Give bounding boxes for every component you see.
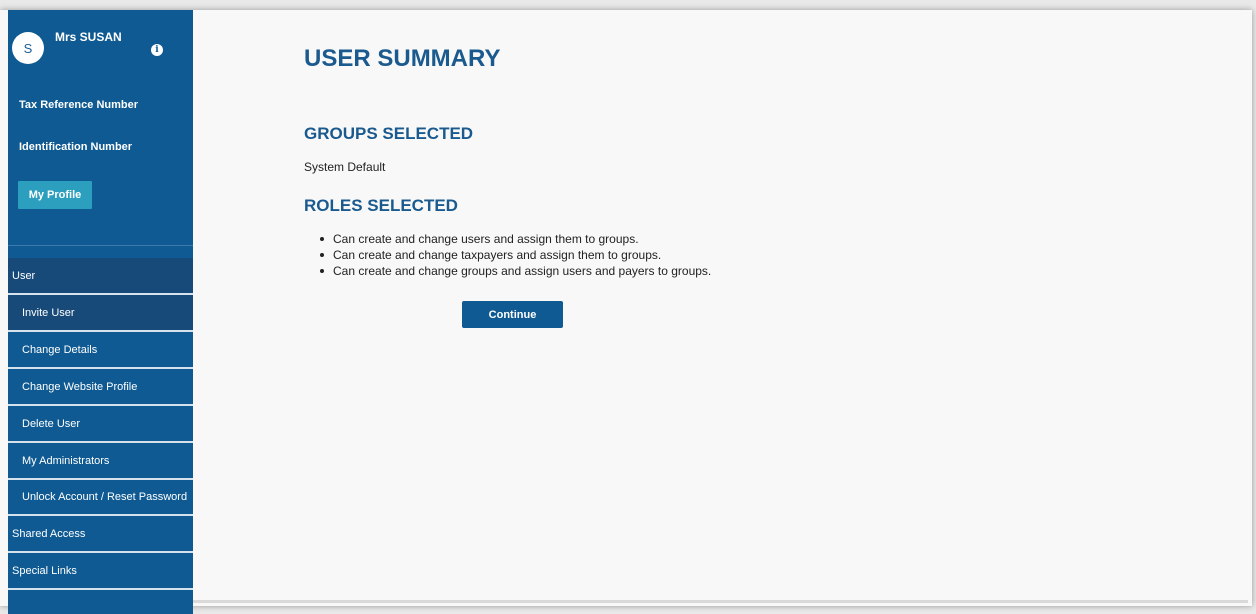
profile-panel: S Mrs SUSAN i Tax Reference Number Ident…	[8, 10, 193, 246]
user-name: Mrs SUSAN	[55, 30, 122, 44]
groups-heading: GROUPS SELECTED	[304, 124, 474, 143]
sidebar-item-user[interactable]: User	[8, 258, 193, 295]
identification-label: Identification Number	[19, 141, 133, 153]
my-profile-button[interactable]: My Profile	[18, 181, 92, 209]
info-icon[interactable]: i	[151, 44, 163, 56]
app-window: S Mrs SUSAN i Tax Reference Number Ident…	[0, 10, 1252, 614]
sidebar-item-special-links[interactable]: Special Links	[8, 553, 193, 590]
sidebar-item-unlock-account[interactable]: Unlock Account / Reset Password	[8, 480, 193, 516]
list-item: Can create and change groups and assign …	[317, 263, 711, 279]
list-item: Can create and change users and assign t…	[317, 231, 711, 247]
sidebar-item-shared-access[interactable]: Shared Access	[8, 516, 193, 553]
sidebar-item-change-details[interactable]: Change Details	[8, 332, 193, 369]
sidebar-item-my-administrators[interactable]: My Administrators	[8, 443, 193, 480]
roles-list: Can create and change users and assign t…	[317, 231, 711, 279]
continue-button[interactable]: Continue	[462, 301, 563, 328]
avatar[interactable]: S	[12, 32, 44, 64]
sidebar-nav: User Invite User Change Details Change W…	[8, 258, 193, 590]
sidebar-item-invite-user[interactable]: Invite User	[8, 295, 193, 332]
sidebar-item-delete-user[interactable]: Delete User	[8, 406, 193, 443]
group-value: System Default	[304, 160, 386, 174]
divider	[193, 600, 1248, 603]
roles-heading: ROLES SELECTED	[304, 196, 458, 215]
tax-reference-label: Tax Reference Number	[19, 99, 139, 111]
main-content: USER SUMMARY GROUPS SELECTED System Defa…	[193, 10, 1252, 606]
sidebar: S Mrs SUSAN i Tax Reference Number Ident…	[8, 10, 193, 614]
page-title: USER SUMMARY	[304, 45, 501, 72]
sidebar-item-change-website-profile[interactable]: Change Website Profile	[8, 369, 193, 406]
list-item: Can create and change taxpayers and assi…	[317, 247, 711, 263]
